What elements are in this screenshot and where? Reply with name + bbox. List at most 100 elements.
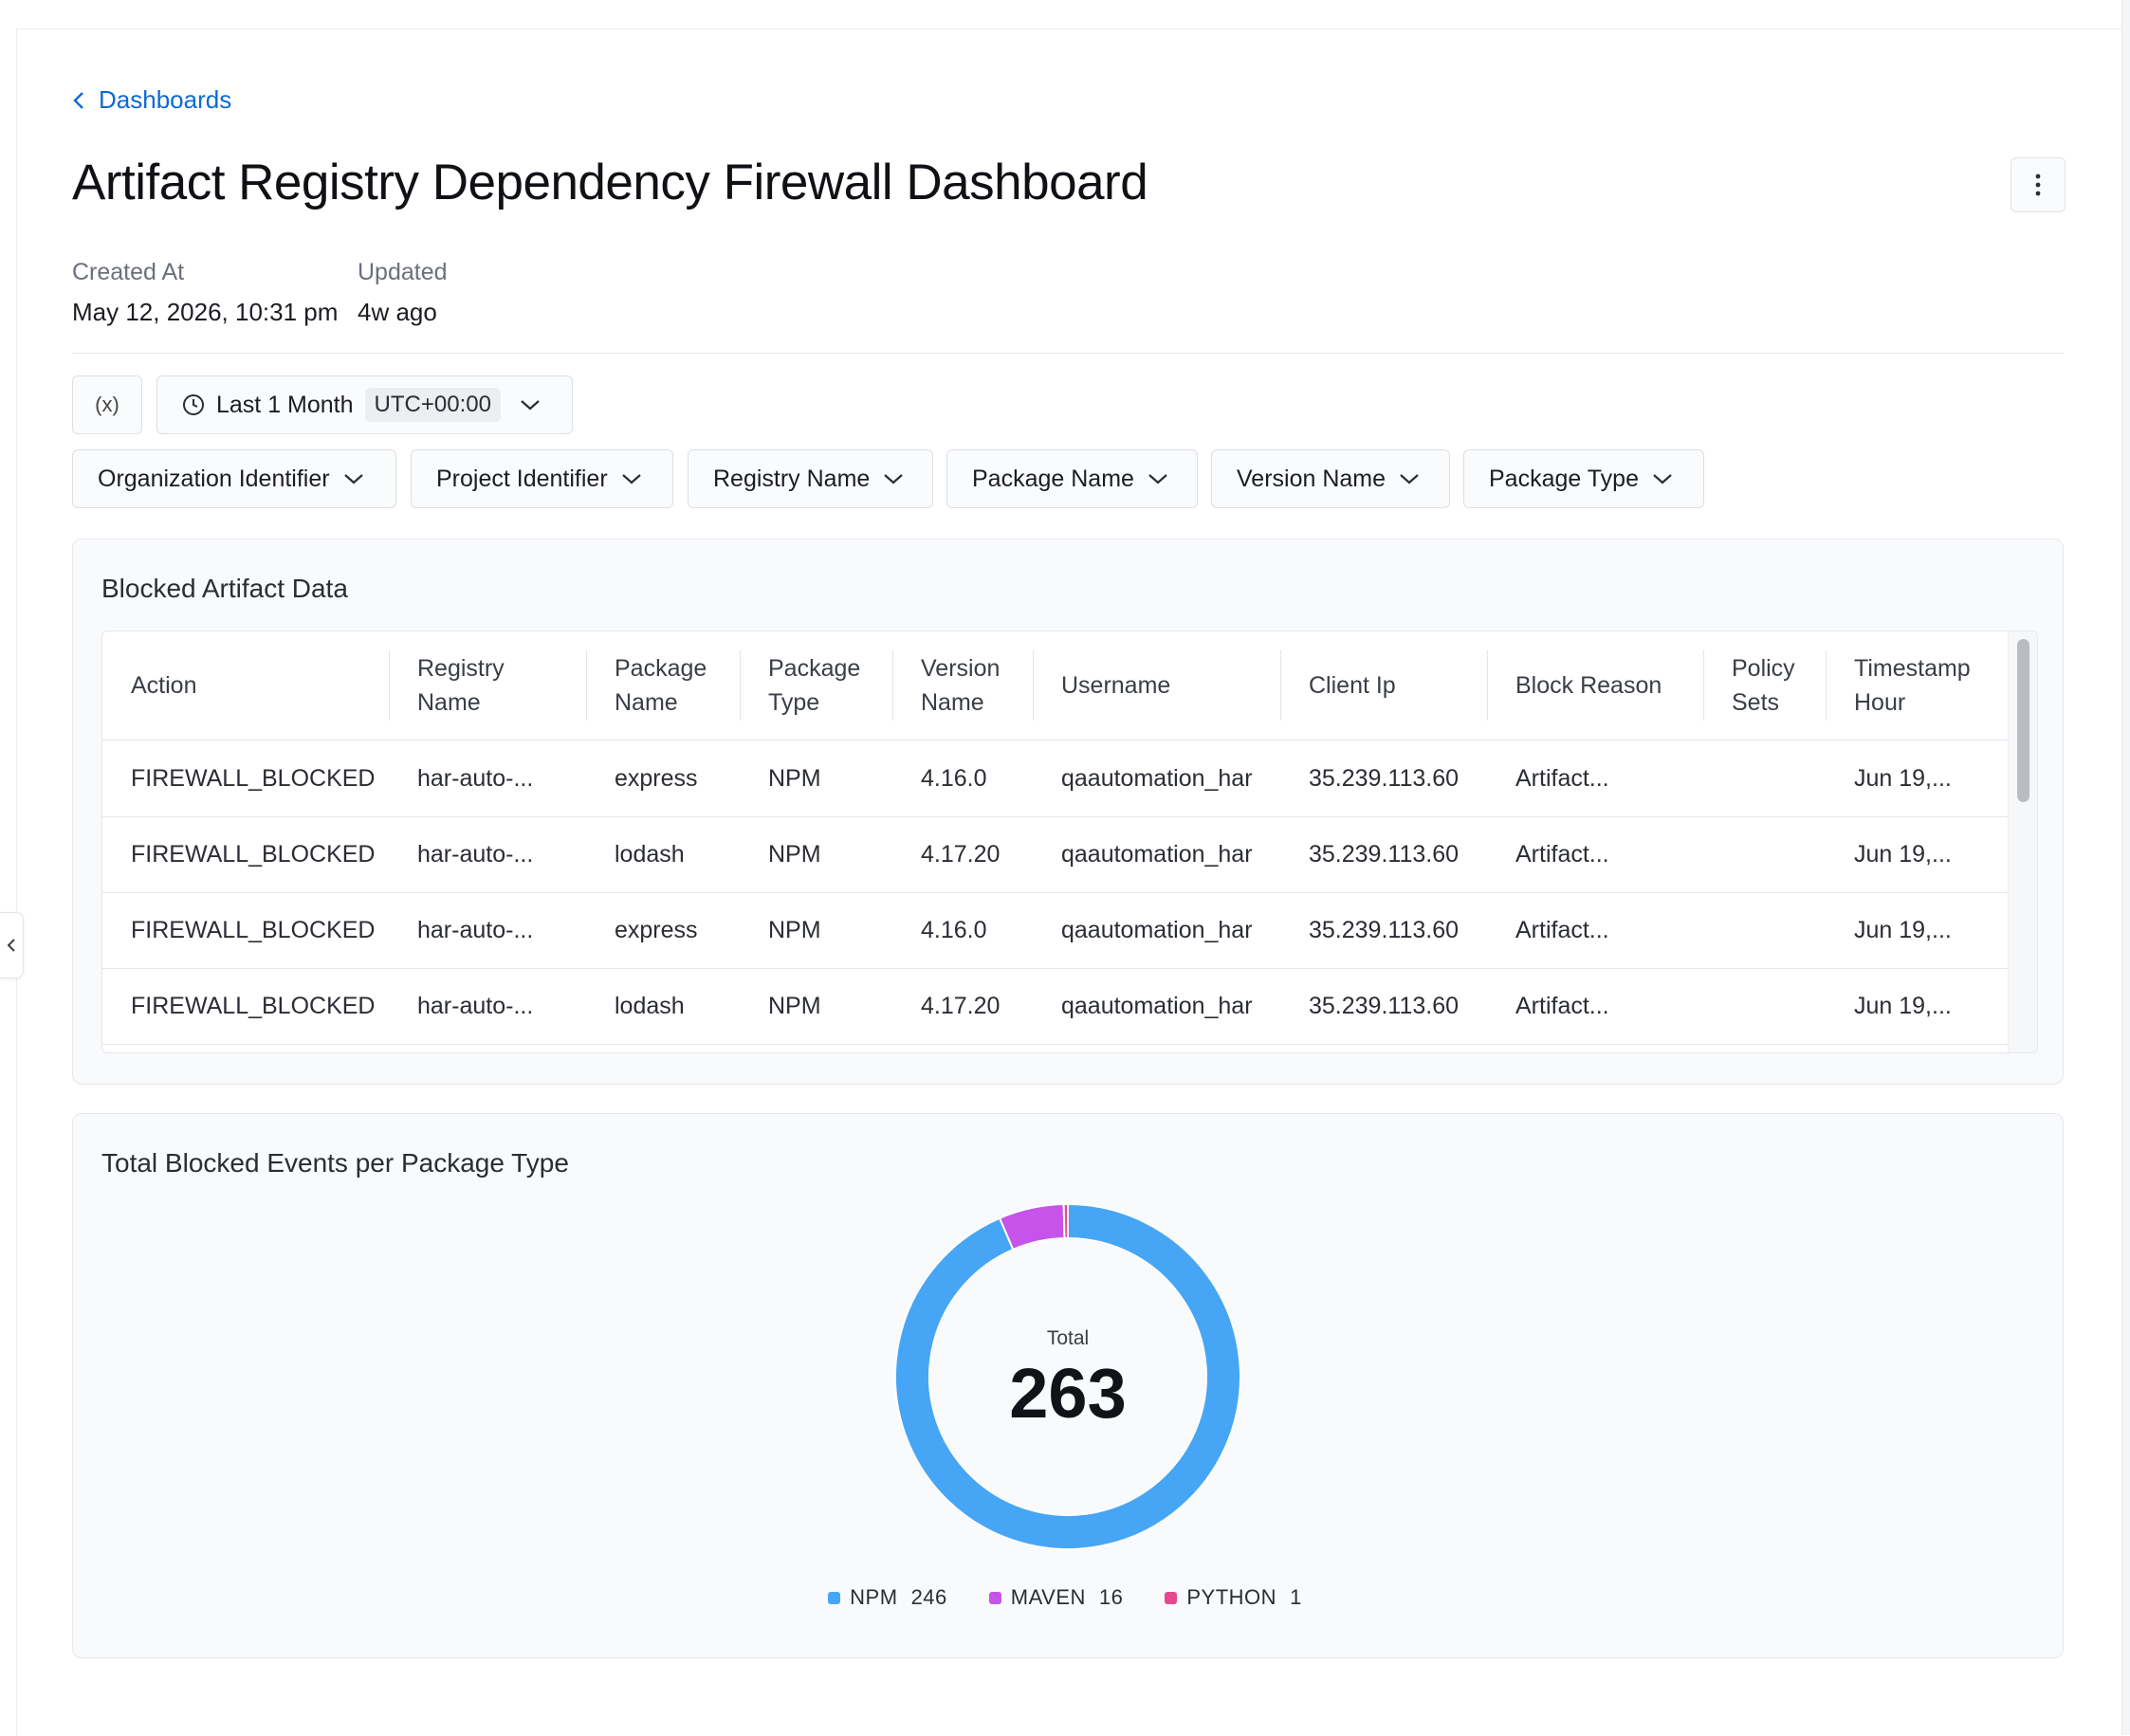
legend-swatch xyxy=(828,1591,841,1604)
filter-label: Package Name xyxy=(972,465,1134,492)
filter-label: Version Name xyxy=(1237,465,1386,492)
right-edge-panel xyxy=(2121,0,2130,1735)
cell-timestamp-hour: Jun 19,... xyxy=(1854,992,1952,1019)
chart-legend: NPM 246 MAVEN 16 PYTHON 1 xyxy=(0,1585,2130,1610)
time-range-label: Last 1 Month xyxy=(216,391,354,418)
cell-action: FIREWALL_BLOCKED xyxy=(131,916,376,943)
scrollbar-thumb[interactable] xyxy=(2017,639,2029,802)
cell-package-type: NPM xyxy=(768,992,821,1019)
legend-value: 1 xyxy=(1290,1585,1302,1609)
cell-action: FIREWALL_BLOCKED xyxy=(131,764,376,792)
chevron-down-icon xyxy=(1400,474,1419,484)
cell-username: qaautomation_har xyxy=(1061,840,1253,868)
cell-timestamp-hour: Jun 19,... xyxy=(1854,916,1952,943)
cell-block-reason: Artifact... xyxy=(1515,764,1609,792)
variables-button[interactable]: (x) xyxy=(72,375,142,434)
page-title: Artifact Registry Dependency Firewall Da… xyxy=(72,155,1148,210)
cell-client-ip: 35.239.113.60 xyxy=(1309,764,1460,792)
cell-client-ip: 35.239.113.60 xyxy=(1309,840,1460,868)
time-range-picker[interactable]: Last 1 Month UTC+00:00 xyxy=(156,375,573,434)
card-title: Total Blocked Events per Package Type xyxy=(101,1148,569,1178)
column-header-registry-name[interactable]: Registry Name xyxy=(389,631,586,740)
legend-value: 16 xyxy=(1098,1585,1124,1609)
cell-block-reason: Artifact... xyxy=(1515,840,1609,868)
cell-version-name: 4.17.20 xyxy=(921,840,1001,868)
blocked-artifact-table: Action Registry Name Package Name Package T… xyxy=(101,630,2038,1053)
column-header-action[interactable]: Action xyxy=(102,631,389,740)
column-header-policy-sets[interactable]: Policy Sets xyxy=(1703,631,1826,740)
filter-label: Registry Name xyxy=(713,465,871,492)
cell-timestamp-hour: Jun 19,... xyxy=(1854,764,1952,792)
chevron-down-icon xyxy=(1653,474,1672,484)
column-header-package-name[interactable]: Package Name xyxy=(586,631,740,740)
updated-at: Updated 4w ago xyxy=(358,259,448,327)
filter-project-identifier[interactable]: Project Identifier xyxy=(411,449,673,508)
column-header-username[interactable]: Username xyxy=(1033,631,1280,740)
legend-item-npm[interactable]: NPM 246 xyxy=(828,1585,947,1610)
cell-registry-name: har-auto-... xyxy=(417,916,534,943)
table-row[interactable]: FIREWALL_BLOCKED har-auto-... lodash NPM… xyxy=(102,816,2009,893)
blocked-artifact-card: Blocked Artifact Data Action Registry Nam… xyxy=(72,539,2064,1085)
cell-package-name: lodash xyxy=(615,992,685,1019)
updated-label: Updated xyxy=(358,259,448,285)
cell-username: qaautomation_har xyxy=(1061,916,1253,943)
table-row[interactable]: FIREWALL_BLOCKED har-auto-... express NP… xyxy=(102,892,2009,969)
cell-timestamp-hour: Jun 19,... xyxy=(1854,840,1952,868)
created-at-value: May 12, 2026, 10:31 pm xyxy=(72,298,339,326)
variables-label: (x) xyxy=(95,393,119,416)
legend-label: NPM xyxy=(850,1585,898,1609)
cell-version-name: 4.16.0 xyxy=(921,764,987,792)
kebab-menu-icon xyxy=(2035,174,2041,196)
cell-version-name: 4.17.20 xyxy=(921,992,1001,1019)
table-scrollbar[interactable] xyxy=(2008,631,2037,1052)
more-options-button[interactable] xyxy=(2011,157,2066,212)
column-header-timestamp-hour[interactable]: Timestamp Hour xyxy=(1826,631,2009,740)
cell-action: FIREWALL_BLOCKED xyxy=(131,840,376,868)
updated-value: 4w ago xyxy=(358,298,437,326)
sidebar-toggle[interactable] xyxy=(0,912,24,978)
chevron-down-icon xyxy=(884,474,904,484)
legend-label: PYTHON xyxy=(1186,1585,1277,1609)
legend-label: MAVEN xyxy=(1010,1585,1086,1609)
legend-item-python[interactable]: PYTHON 1 xyxy=(1165,1585,1301,1610)
filter-label: Organization Identifier xyxy=(98,465,330,492)
cell-package-type: NPM xyxy=(768,916,821,943)
breadcrumb-dashboards-link[interactable]: Dashboards xyxy=(72,85,231,115)
package-type-donut-chart: Total 263 xyxy=(894,1202,1241,1550)
filter-package-type[interactable]: Package Type xyxy=(1463,449,1704,508)
column-header-block-reason[interactable]: Block Reason xyxy=(1487,631,1703,740)
cell-registry-name: har-auto-... xyxy=(417,840,534,868)
column-header-version-name[interactable]: Version Name xyxy=(892,631,1033,740)
cell-client-ip: 35.239.113.60 xyxy=(1309,992,1460,1019)
table-row[interactable]: FIREWALL_BLOCKED har-auto-... express NP… xyxy=(102,740,2009,817)
donut-center-value: 263 xyxy=(1009,1354,1126,1433)
cell-package-name: express xyxy=(615,764,698,792)
filter-version-name[interactable]: Version Name xyxy=(1211,449,1450,508)
cell-policy-sets xyxy=(1703,892,1732,968)
cell-registry-name: har-auto-... xyxy=(417,992,534,1019)
column-header-package-type[interactable]: Package Type xyxy=(740,631,892,740)
timezone-badge: UTC+00:00 xyxy=(364,388,501,422)
cell-registry-name: har-auto-... xyxy=(417,764,534,792)
cell-action: FIREWALL_BLOCKED xyxy=(131,992,376,1019)
cell-username: qaautomation_har xyxy=(1061,992,1253,1019)
cell-policy-sets xyxy=(1703,816,1732,892)
filter-organization-identifier[interactable]: Organization Identifier xyxy=(72,449,396,508)
legend-item-maven[interactable]: MAVEN 16 xyxy=(988,1585,1124,1610)
table-row[interactable]: FIREWALL_BLOCKED har-auto-... lodash NPM… xyxy=(102,968,2009,1045)
chevron-left-icon xyxy=(7,939,15,952)
filter-label: Project Identifier xyxy=(436,465,608,492)
donut-slice-python[interactable] xyxy=(1062,1202,1069,1240)
donut-slice-maven[interactable] xyxy=(998,1203,1066,1252)
cell-package-type: NPM xyxy=(768,840,821,868)
cell-username: qaautomation_har xyxy=(1061,764,1253,792)
cell-package-name: express xyxy=(615,916,698,943)
cell-client-ip: 35.239.113.60 xyxy=(1309,916,1460,943)
filter-registry-name[interactable]: Registry Name xyxy=(688,449,933,508)
donut-center-label: Total xyxy=(1047,1327,1089,1349)
dashboard-page: Dashboards Artifact Registry Dependency … xyxy=(0,0,2130,1736)
cell-policy-sets xyxy=(1703,968,1732,1044)
filter-package-name[interactable]: Package Name xyxy=(946,449,1198,508)
created-at-label: Created At xyxy=(72,259,185,285)
column-header-client-ip[interactable]: Client Ip xyxy=(1280,631,1487,740)
